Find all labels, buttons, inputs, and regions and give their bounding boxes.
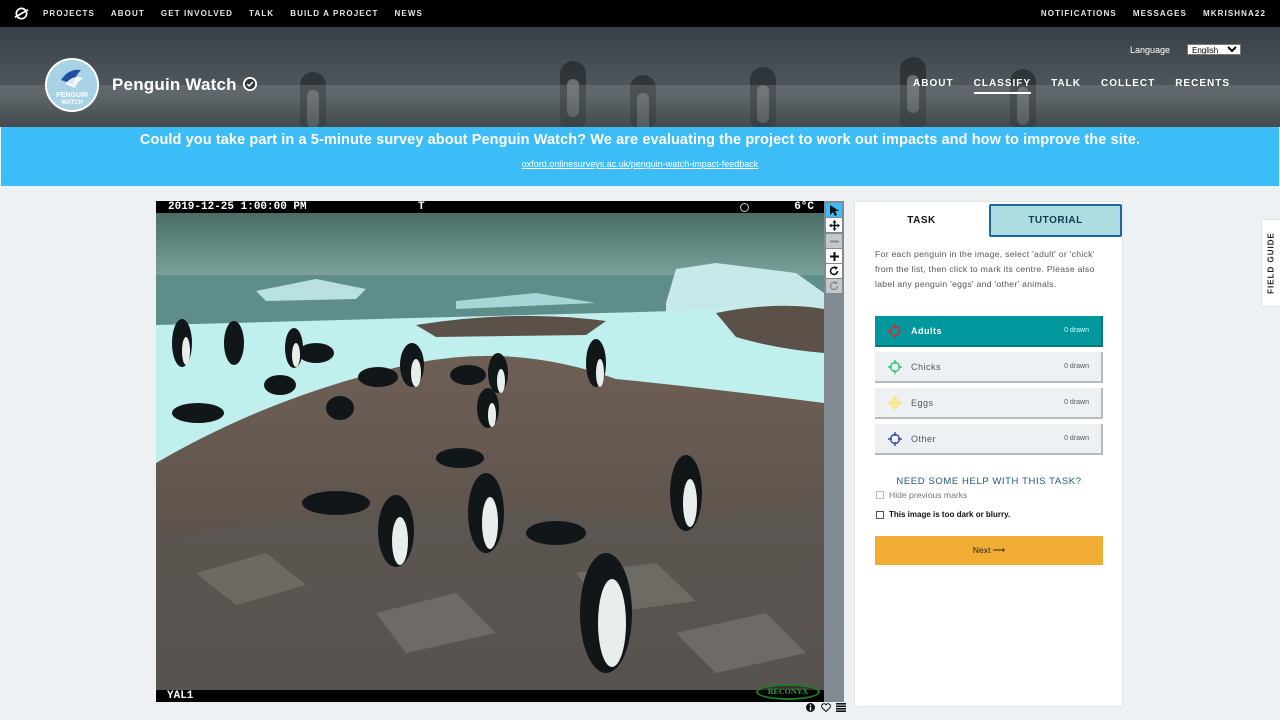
task-panel: TASK TUTORIAL For each penguin in the im… <box>854 201 1123 707</box>
project-nav-about[interactable]: ABOUT <box>913 78 954 94</box>
checkbox-label: This image is too dark or blurry. <box>889 510 1011 519</box>
checkbox-box[interactable] <box>876 491 884 499</box>
tool-option-count: 0 drawn <box>1064 399 1089 406</box>
penguin-logo-icon: PENGUIN WATCH <box>47 60 97 110</box>
tool-option-label: Chicks <box>911 361 942 372</box>
project-nav-recents[interactable]: RECENTS <box>1175 78 1230 94</box>
nav-build-a-project[interactable]: BUILD A PROJECT <box>290 9 378 18</box>
next-button[interactable]: Next ⟶ <box>875 536 1103 565</box>
task-tabs: TASK TUTORIAL <box>855 202 1122 238</box>
temperature: 6°C <box>794 201 814 213</box>
rotate-icon[interactable] <box>826 264 842 278</box>
svg-text:WATCH: WATCH <box>61 100 83 106</box>
tool-option-count: 0 drawn <box>1064 435 1089 442</box>
tab-tutorial[interactable]: TUTORIAL <box>989 204 1122 237</box>
tab-task[interactable]: TASK <box>855 204 988 237</box>
tool-option-other[interactable]: Other 0 drawn <box>875 424 1103 455</box>
nav-projects[interactable]: PROJECTS <box>43 9 95 18</box>
project-nav: ABOUT CLASSIFY TALK COLLECT RECENTS <box>893 78 1230 94</box>
nav-news[interactable]: NEWS <box>395 9 423 18</box>
tool-option-label: Other <box>911 433 937 444</box>
info-icon[interactable] <box>804 703 817 714</box>
checkbox-box[interactable] <box>876 510 884 519</box>
move-icon[interactable] <box>826 218 842 232</box>
crosshair-icon <box>888 431 902 446</box>
hide-marks-checkbox[interactable]: Hide previous marks <box>876 490 967 500</box>
user-menu[interactable]: MKRISHNA22 <box>1203 9 1266 18</box>
nav-about[interactable]: ABOUT <box>111 9 145 18</box>
collections-list-icon[interactable] <box>834 703 847 714</box>
tool-option-eggs[interactable]: Eggs 0 drawn <box>875 388 1103 419</box>
annotate-pointer-icon[interactable] <box>826 203 842 217</box>
zoom-in-icon[interactable] <box>826 249 842 263</box>
verified-badge-icon <box>243 77 257 91</box>
tool-option-label: Eggs <box>911 397 934 408</box>
survey-banner: Could you take part in a 5-minute survey… <box>1 127 1279 186</box>
project-nav-classify[interactable]: CLASSIFY <box>973 78 1032 94</box>
tool-option-count: 0 drawn <box>1064 327 1089 334</box>
language-select[interactable]: English <box>1187 44 1241 55</box>
too-dark-checkbox[interactable]: This image is too dark or blurry. <box>876 510 1010 519</box>
project-avatar[interactable]: PENGUIN WATCH <box>45 58 99 112</box>
site-top-nav: PROJECTS ABOUT GET INVOLVED TALK BUILD A… <box>0 0 1280 27</box>
camera-stamp-footer: YAL1 <box>156 690 824 702</box>
camera-brand-logo: RECONYX <box>756 684 820 700</box>
survey-link[interactable]: oxford.onlinesurveys.ac.uk/penguin-watch… <box>522 159 759 169</box>
subject-meta-icons <box>802 703 847 714</box>
zoom-out-icon[interactable] <box>826 234 842 248</box>
tool-option-chicks[interactable]: Chicks 0 drawn <box>875 352 1103 383</box>
field-guide-label: FIELD GUIDE <box>1266 232 1276 294</box>
capture-mode: T <box>418 201 425 213</box>
zooniverse-logo-icon[interactable] <box>14 6 29 21</box>
crosshair-icon <box>888 323 902 338</box>
reset-icon[interactable] <box>826 279 842 293</box>
language-label: Language <box>1130 45 1171 55</box>
crosshair-icon <box>888 359 902 374</box>
nav-messages[interactable]: MESSAGES <box>1133 9 1187 18</box>
favorite-heart-icon[interactable] <box>819 703 832 714</box>
timestamp: 2019-12-25 1:00:00 PM <box>168 201 307 213</box>
checkbox-label: Hide previous marks <box>889 490 968 500</box>
project-title[interactable]: Penguin Watch <box>112 75 237 95</box>
image-toolbar <box>824 201 844 702</box>
subject-image[interactable] <box>156 213 824 690</box>
camera-stamp-header: 2019-12-25 1:00:00 PM T 6°C <box>156 201 824 213</box>
tool-option-label: Adults <box>911 325 942 336</box>
camera-location: YAL1 <box>167 690 194 702</box>
field-guide-tab[interactable]: FIELD GUIDE <box>1261 219 1280 307</box>
survey-message: Could you take part in a 5-minute survey… <box>139 132 1141 148</box>
project-nav-talk[interactable]: TALK <box>1051 78 1081 94</box>
moon-phase-icon <box>740 203 749 212</box>
crosshair-icon <box>888 395 902 410</box>
subject-image-viewer[interactable]: 2019-12-25 1:00:00 PM T 6°C YAL1 RECONYX <box>156 201 824 702</box>
tool-option-adults[interactable]: Adults 0 drawn <box>875 316 1103 347</box>
task-instructions: For each penguin in the image, select 'a… <box>875 249 1095 289</box>
help-link[interactable]: NEED SOME HELP WITH THIS TASK? <box>875 476 1103 487</box>
tool-option-count: 0 drawn <box>1064 363 1089 370</box>
nav-talk[interactable]: TALK <box>249 9 274 18</box>
nav-get-involved[interactable]: GET INVOLVED <box>161 9 233 18</box>
project-nav-collect[interactable]: COLLECT <box>1101 78 1155 94</box>
nav-notifications[interactable]: NOTIFICATIONS <box>1041 9 1117 18</box>
svg-text:PENGUIN: PENGUIN <box>56 92 88 99</box>
